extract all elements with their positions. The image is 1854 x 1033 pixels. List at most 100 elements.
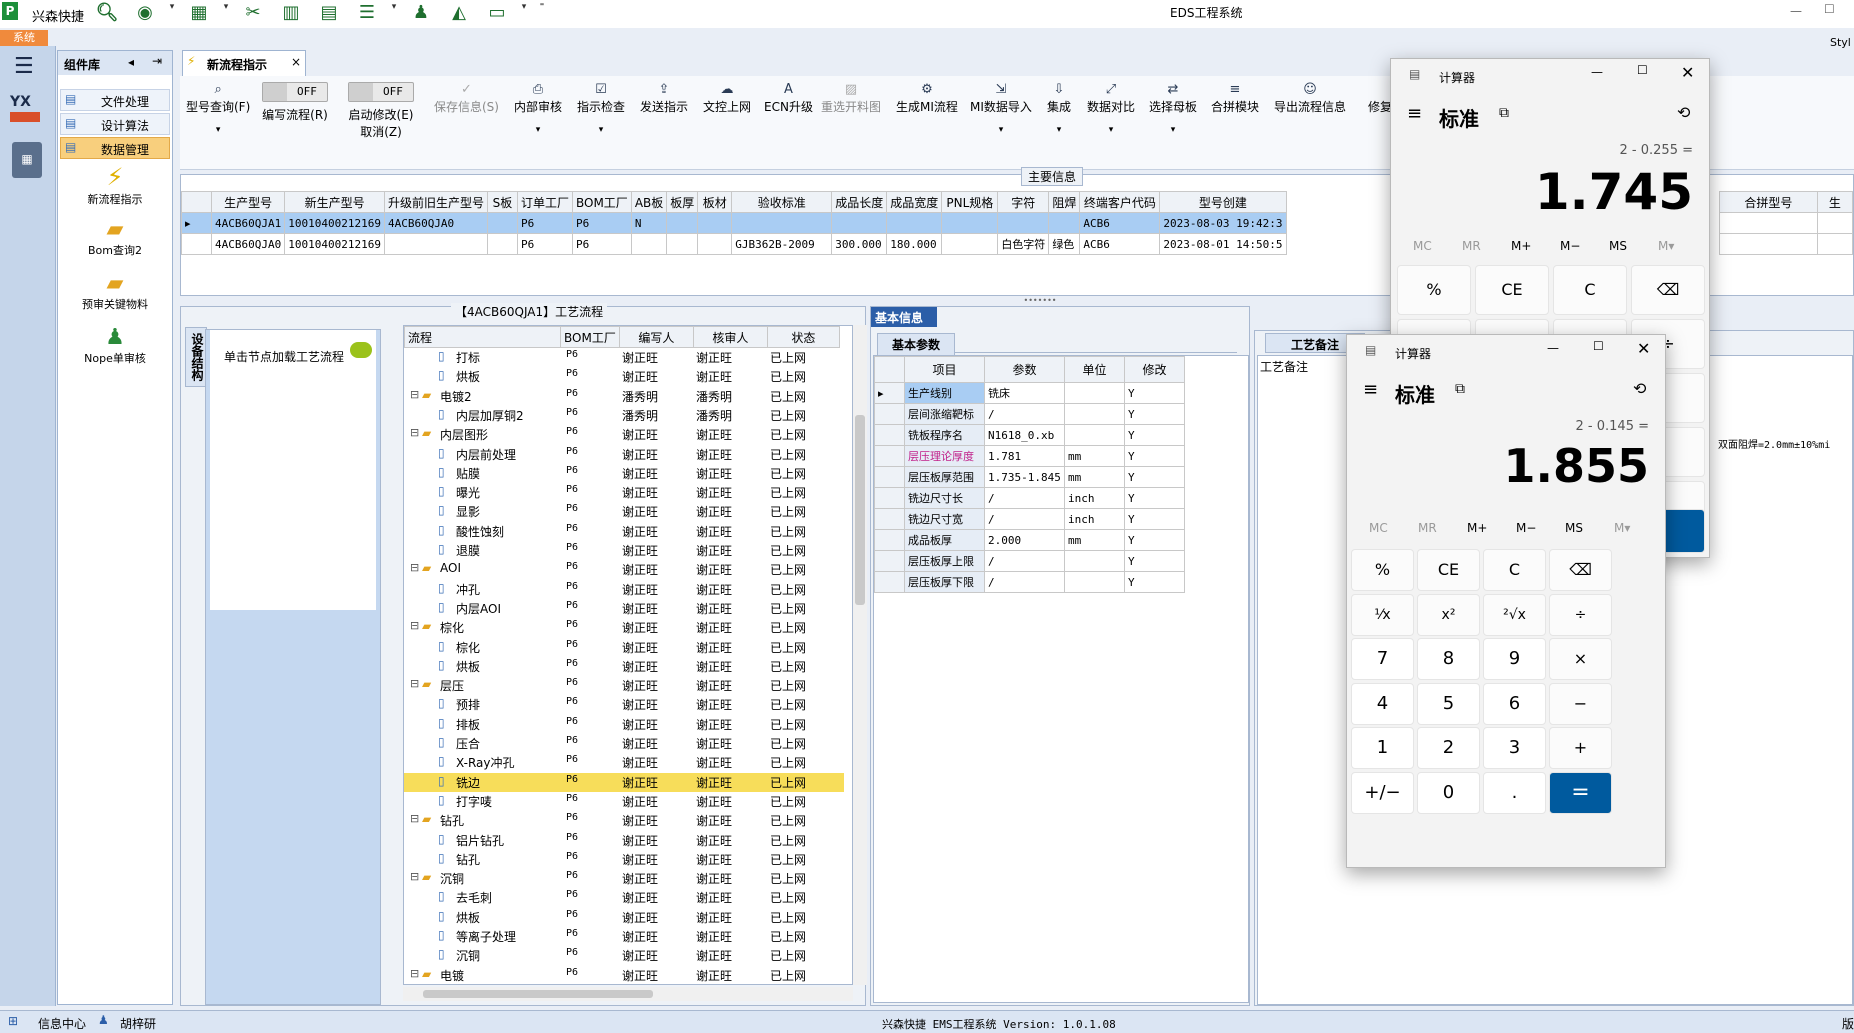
collapse-node-icon[interactable]: ⊟ bbox=[410, 967, 419, 980]
column-header[interactable]: 流程 bbox=[404, 326, 561, 348]
table-row[interactable]: ▸ 4ACB60QJA1 10010400212169 4ACB60QJA0 P6 P6 N… bbox=[181, 212, 1287, 234]
data-compare-button[interactable]: ⤢ 数据对比 ▾ bbox=[1087, 82, 1135, 135]
list-item[interactable]: ▯ 沉铜 P6 谢正旺 谢正旺 已上网 bbox=[404, 946, 844, 965]
send-instruction-button[interactable]: ⇪ 发送指示 bbox=[640, 82, 688, 115]
mi-import-button[interactable]: ⇲ MI数据导入 ▾ bbox=[970, 82, 1032, 135]
column-header[interactable]: 状态 bbox=[766, 326, 840, 348]
vertical-scrollbar[interactable] bbox=[853, 325, 867, 985]
row-selector[interactable] bbox=[874, 445, 905, 467]
list-item[interactable]: ▯ 钻孔 P6 谢正旺 谢正旺 已上网 bbox=[404, 850, 844, 869]
sidebar-item-files[interactable]: ▤ 文件处理 bbox=[60, 89, 170, 111]
collapse-icon[interactable]: ◂ bbox=[128, 55, 134, 69]
list-item[interactable]: ⊟ ▰ 层压 P6 谢正旺 谢正旺 已上网 bbox=[404, 676, 844, 695]
table-cell[interactable]: ACB6 bbox=[1079, 212, 1161, 234]
collapse-node-icon[interactable]: ⊟ bbox=[410, 812, 419, 825]
table-icon[interactable]: ▦ bbox=[184, 2, 214, 23]
merge-module-button[interactable]: ≡ 合拼模块 bbox=[1211, 82, 1259, 115]
calc-key[interactable]: ²√x bbox=[1483, 593, 1546, 636]
calc-key[interactable]: − bbox=[1549, 682, 1612, 725]
hamburger-icon[interactable]: ≡ bbox=[1407, 103, 1422, 124]
sidebar-item-data[interactable]: ▤ 数据管理 bbox=[60, 137, 170, 159]
internal-review-button[interactable]: ⎙ 内部审核 ▾ bbox=[514, 82, 562, 135]
param-mod[interactable]: Y bbox=[1124, 508, 1185, 530]
memory-button[interactable]: M▾ bbox=[1614, 521, 1630, 535]
table-cell[interactable]: P6 bbox=[516, 233, 573, 255]
collapse-node-icon[interactable]: ⊟ bbox=[410, 426, 419, 439]
monitor-icon[interactable]: ▭ bbox=[482, 2, 512, 23]
info-center-link[interactable]: 信息中心 bbox=[38, 1015, 86, 1032]
column-header[interactable]: 升级前旧生产型号 bbox=[383, 191, 488, 213]
memory-button[interactable]: M+ bbox=[1511, 239, 1531, 253]
param-unit[interactable]: mm bbox=[1064, 445, 1125, 467]
minimize-icon[interactable]: — bbox=[1547, 341, 1559, 355]
list-item[interactable]: ▯ 排板 P6 谢正旺 谢正旺 已上网 bbox=[404, 715, 844, 734]
table-row[interactable]: 铣边尺寸宽 / inch Y bbox=[874, 508, 1185, 530]
param-item[interactable]: 铣边尺寸宽 bbox=[904, 508, 985, 530]
horizontal-scrollbar[interactable] bbox=[403, 987, 853, 1001]
param-mod[interactable]: Y bbox=[1124, 487, 1185, 509]
list-item[interactable]: ▯ X-Ray冲孔 P6 谢正旺 谢正旺 已上网 bbox=[404, 753, 844, 772]
column-header[interactable]: S板 bbox=[486, 191, 518, 213]
scissors-icon[interactable]: ✂ bbox=[238, 2, 268, 23]
backspace-button[interactable]: ⌫ bbox=[1631, 265, 1705, 315]
percent-button[interactable]: % bbox=[1397, 265, 1471, 315]
row-selector[interactable] bbox=[874, 403, 905, 425]
dropdown-icon[interactable]: ▾ bbox=[168, 2, 176, 23]
calc-key[interactable]: ÷ bbox=[1549, 593, 1612, 636]
list-item[interactable]: ▯ 去毛刺 P6 谢正旺 谢正旺 已上网 bbox=[404, 888, 844, 907]
param-unit[interactable]: inch bbox=[1064, 487, 1125, 509]
row-selector[interactable]: ▸ bbox=[874, 382, 905, 404]
basic-info-tab[interactable]: 基本信息 bbox=[871, 307, 937, 327]
list-item[interactable]: ▯ 内层AOI P6 谢正旺 谢正旺 已上网 bbox=[404, 599, 844, 618]
calc-key[interactable]: C bbox=[1483, 549, 1546, 591]
row-selector[interactable] bbox=[874, 508, 905, 530]
column-header[interactable]: 订单工厂 bbox=[516, 191, 573, 213]
calculator-window[interactable]: ▤ 计算器 — ☐ ✕ ≡ 标准 ⧉ ⟲ 2 - 0.145 = 1.855 M… bbox=[1346, 334, 1666, 868]
param-item[interactable]: 层压板厚范围 bbox=[904, 466, 985, 488]
table-cell[interactable]: P6 bbox=[516, 212, 573, 234]
param-unit[interactable] bbox=[1064, 424, 1125, 446]
table-cell[interactable]: 300.000 bbox=[831, 233, 888, 255]
table-cell[interactable] bbox=[383, 233, 488, 255]
list-item[interactable]: ▯ 烘板 P6 谢正旺 谢正旺 已上网 bbox=[404, 908, 844, 927]
table-cell[interactable]: 4ACB60QJA0 bbox=[210, 233, 286, 255]
table-cell[interactable]: 10010400212169 bbox=[284, 212, 385, 234]
chart-icon[interactable]: ◭ bbox=[444, 2, 474, 23]
clipboard-icon[interactable]: ▤ bbox=[314, 2, 344, 23]
param-mod[interactable]: Y bbox=[1124, 529, 1185, 551]
column-header[interactable]: 新生产型号 bbox=[284, 191, 385, 213]
column-header[interactable]: 核审人 bbox=[692, 326, 768, 348]
minimize-icon[interactable]: — bbox=[1591, 65, 1603, 79]
table-cell[interactable]: 2023-08-03 19:42:3 bbox=[1159, 212, 1287, 234]
param-param[interactable]: / bbox=[984, 571, 1065, 593]
hamburger-icon[interactable]: ≡ bbox=[1363, 379, 1378, 400]
param-param[interactable]: / bbox=[984, 487, 1065, 509]
calc-key[interactable]: + bbox=[1549, 727, 1612, 769]
calc-key[interactable]: ⌫ bbox=[1549, 549, 1612, 591]
table-cell[interactable] bbox=[831, 212, 888, 234]
ecn-upgrade-button[interactable]: A ECN升级 bbox=[764, 82, 813, 115]
close-icon[interactable]: ✕ bbox=[1681, 63, 1694, 82]
column-header[interactable]: 参数 bbox=[984, 356, 1065, 383]
list-item[interactable]: ▯ 内层加厚铜2 P6 潘秀明 潘秀明 已上网 bbox=[404, 406, 844, 425]
maximize-icon[interactable]: ☐ bbox=[1593, 339, 1604, 353]
list-icon[interactable]: ☰ bbox=[352, 2, 382, 23]
list-item[interactable]: ▯ 显影 P6 谢正旺 谢正旺 已上网 bbox=[404, 502, 844, 521]
memory-button[interactable]: M▾ bbox=[1658, 239, 1674, 253]
memory-button[interactable]: MS bbox=[1565, 521, 1583, 535]
param-mod[interactable]: Y bbox=[1124, 550, 1185, 572]
publish-online-button[interactable]: ☁ 文控上网 bbox=[703, 82, 751, 115]
new-flow-button[interactable]: ⚡ 新流程指示 bbox=[58, 163, 172, 211]
list-item[interactable]: ⊟ ▰ 棕化 P6 谢正旺 谢正旺 已上网 bbox=[404, 618, 844, 637]
dropdown-icon[interactable]: ▾ bbox=[520, 2, 528, 23]
param-unit[interactable]: inch bbox=[1064, 508, 1125, 530]
table-cell[interactable] bbox=[630, 233, 668, 255]
row-selector[interactable] bbox=[874, 487, 905, 509]
param-mod[interactable]: Y bbox=[1124, 445, 1185, 467]
calc-key[interactable]: 8 bbox=[1417, 638, 1480, 680]
splitter-handle[interactable]: ••••••• bbox=[1010, 296, 1070, 305]
maximize-icon[interactable]: ☐ bbox=[1824, 2, 1835, 16]
column-header[interactable]: 成品宽度 bbox=[886, 191, 943, 213]
param-unit[interactable] bbox=[1064, 382, 1125, 404]
table-cell[interactable] bbox=[666, 212, 699, 234]
